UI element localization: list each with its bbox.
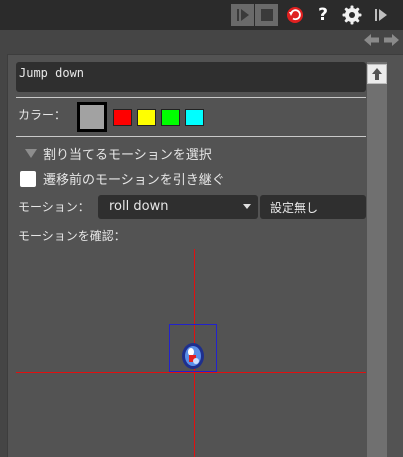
play-button[interactable] (231, 4, 254, 26)
inherit-motion-label: 遷移前のモーションを引き継ぐ (43, 173, 225, 188)
history-nav (364, 33, 399, 47)
arrow-up-icon (372, 68, 382, 80)
motion-select-section-toggle[interactable]: 割り当てるモーションを選択 (25, 144, 212, 163)
horizontal-axis-line (16, 372, 366, 373)
stop-icon (260, 9, 273, 21)
motion-dropdown-value: roll down (109, 199, 169, 214)
motion-preview-area (16, 244, 366, 457)
color-label: カラー： (18, 108, 67, 122)
character-sprite (182, 343, 204, 369)
section-title: 割り当てるモーションを選択 (43, 148, 212, 163)
triangle-down-icon (25, 149, 37, 158)
motion-setting-button[interactable]: 設定無し (260, 195, 366, 219)
color-swatch-cyan[interactable] (185, 109, 204, 126)
toolbar: ? (0, 0, 403, 30)
motion-dropdown[interactable]: roll down (98, 195, 258, 219)
stop-button[interactable] (255, 4, 278, 26)
step-forward-button[interactable] (370, 4, 392, 26)
divider (16, 97, 366, 98)
play-icon (236, 9, 249, 21)
color-swatch-red[interactable] (113, 109, 132, 126)
state-name-field[interactable]: Jump down (16, 62, 366, 92)
arrow-right-icon[interactable] (383, 33, 399, 47)
arrow-left-icon[interactable] (364, 33, 380, 47)
undo-button[interactable] (284, 4, 306, 26)
inherit-motion-row[interactable]: 遷移前のモーションを引き継ぐ (20, 169, 225, 188)
gear-icon (342, 5, 362, 25)
inherit-motion-checkbox[interactable] (20, 170, 36, 187)
step-forward-icon (375, 9, 387, 21)
divider (16, 136, 366, 137)
help-button[interactable]: ? (312, 4, 334, 26)
settings-button[interactable] (340, 4, 364, 26)
undo-icon (287, 7, 303, 23)
selected-color-swatch[interactable] (77, 102, 107, 132)
color-swatch-yellow[interactable] (137, 109, 156, 126)
color-swatch-green[interactable] (161, 109, 180, 126)
help-icon: ? (318, 5, 328, 25)
scrollbar[interactable] (367, 62, 387, 457)
scroll-up-button[interactable] (367, 64, 387, 84)
motion-label: モーション： (18, 200, 90, 214)
motion-preview-label: モーションを確認： (18, 229, 126, 243)
chevron-down-icon (243, 204, 251, 209)
